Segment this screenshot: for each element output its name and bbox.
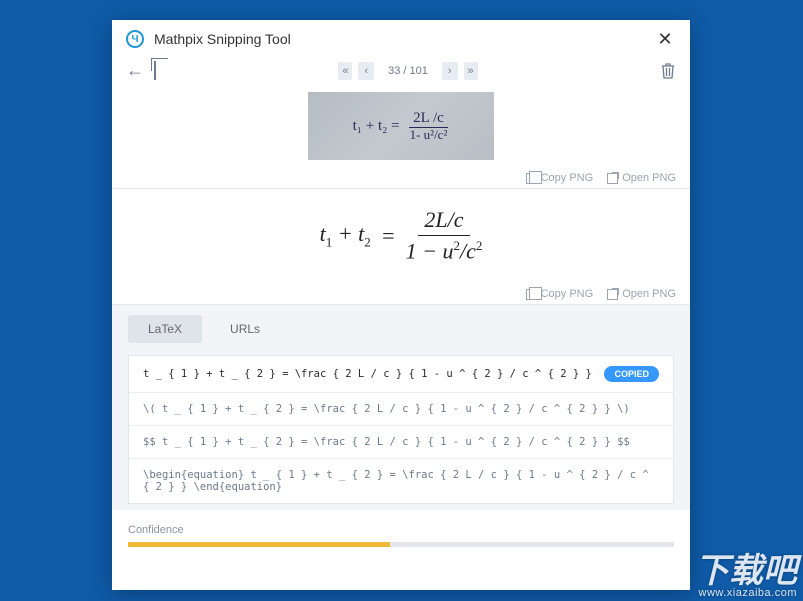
titlebar: Ч Mathpix Snipping Tool ✕: [112, 20, 690, 54]
first-page-button[interactable]: «: [338, 62, 352, 80]
watermark-url: www.xiazaiba.com: [699, 588, 797, 599]
watermark-text: 下载吧: [695, 554, 797, 588]
handwritten-image: t₁ + t₂ = 2L /c 1- u²/c²: [308, 92, 494, 160]
open-png-source-button[interactable]: Open PNG: [607, 172, 676, 184]
toolbar: ← « ‹ 33 / 101 › »: [112, 54, 690, 91]
confidence-bar: [128, 542, 674, 547]
last-page-button[interactable]: »: [464, 62, 478, 80]
confidence-fill: [128, 542, 390, 547]
eq-equals: =: [381, 223, 396, 249]
copy-png-label: Copy PNG: [541, 172, 594, 184]
chevron-double-left-icon: «: [342, 65, 348, 77]
open-png-label: Open PNG: [622, 172, 676, 184]
app-window: Ч Mathpix Snipping Tool ✕ ← « ‹ 33 / 101…: [112, 20, 690, 590]
eq-plus: +: [338, 221, 353, 246]
eq-frac-top: 2L/c: [418, 207, 469, 236]
app-logo-icon: Ч: [126, 30, 144, 48]
eq-fraction: 2L/c 1 − u2/c2: [406, 207, 483, 264]
copy-icon: [526, 173, 537, 184]
close-icon: ✕: [657, 29, 672, 50]
latex-row-equation[interactable]: \begin{equation} t _ { 1 } + t _ { 2 } =…: [129, 459, 673, 503]
eq-sub1: 1: [326, 234, 333, 249]
page-indicator: 33 / 101: [380, 65, 436, 77]
open-external-icon: [607, 173, 618, 184]
latex-row-display[interactable]: $$ t _ { 1 } + t _ { 2 } = \frac { 2 L /…: [129, 426, 673, 459]
tab-urls[interactable]: URLs: [210, 315, 280, 343]
copy-icon: [526, 289, 537, 300]
confidence-label: Confidence: [128, 524, 674, 536]
source-snippet: t₁ + t₂ = 2L /c 1- u²/c²: [112, 91, 690, 166]
open-external-icon: [607, 289, 618, 300]
confidence-section: Confidence: [112, 510, 690, 555]
copy-png-source-button[interactable]: Copy PNG: [526, 172, 594, 184]
latex-row-plain[interactable]: t _ { 1 } + t _ { 2 } = \frac { 2 L / c …: [129, 356, 673, 393]
pager: « ‹ 33 / 101 › »: [164, 62, 652, 80]
output-panel: LaTeX URLs t _ { 1 } + t _ { 2 } = \frac…: [112, 305, 690, 510]
close-button[interactable]: ✕: [654, 28, 676, 50]
chevron-left-icon: ‹: [364, 65, 368, 77]
render-actions: Copy PNG Open PNG: [112, 282, 690, 305]
handwritten-lhs: t₁ + t₂ =: [353, 118, 400, 135]
chevron-double-right-icon: »: [468, 65, 474, 77]
rendered-equation: t1 + t2 = 2L/c 1 − u2/c2: [112, 189, 690, 282]
copy-png-render-button[interactable]: Copy PNG: [526, 288, 594, 300]
watermark: 下载吧 www.xiazaiba.com: [695, 554, 797, 599]
crop-button[interactable]: [154, 62, 156, 80]
output-tabs: LaTeX URLs: [128, 315, 674, 343]
eq-frac-bot: 1 − u2/c2: [406, 236, 483, 264]
open-png-render-button[interactable]: Open PNG: [607, 288, 676, 300]
app-title: Mathpix Snipping Tool: [154, 31, 644, 47]
delete-button[interactable]: [660, 62, 676, 80]
arrow-left-icon: ←: [126, 60, 144, 80]
toolbar-left: ←: [126, 60, 156, 81]
prev-page-button[interactable]: ‹: [358, 62, 374, 80]
toolbar-right: [660, 62, 676, 80]
handwritten-fraction: 2L /c 1- u²/c²: [408, 110, 450, 142]
back-button[interactable]: ←: [126, 60, 144, 81]
latex-row-inline[interactable]: \( t _ { 1 } + t _ { 2 } = \frac { 2 L /…: [129, 393, 673, 426]
eq-sub2: 2: [364, 234, 371, 249]
latex-output-list: t _ { 1 } + t _ { 2 } = \frac { 2 L / c …: [128, 355, 674, 504]
crop-icon: [154, 61, 156, 80]
trash-icon: [661, 63, 675, 79]
tab-latex[interactable]: LaTeX: [128, 315, 202, 343]
next-page-button[interactable]: ›: [442, 62, 458, 80]
chevron-right-icon: ›: [448, 65, 452, 77]
snippet-actions: Copy PNG Open PNG: [112, 166, 690, 189]
copied-badge: COPIED: [604, 366, 659, 382]
